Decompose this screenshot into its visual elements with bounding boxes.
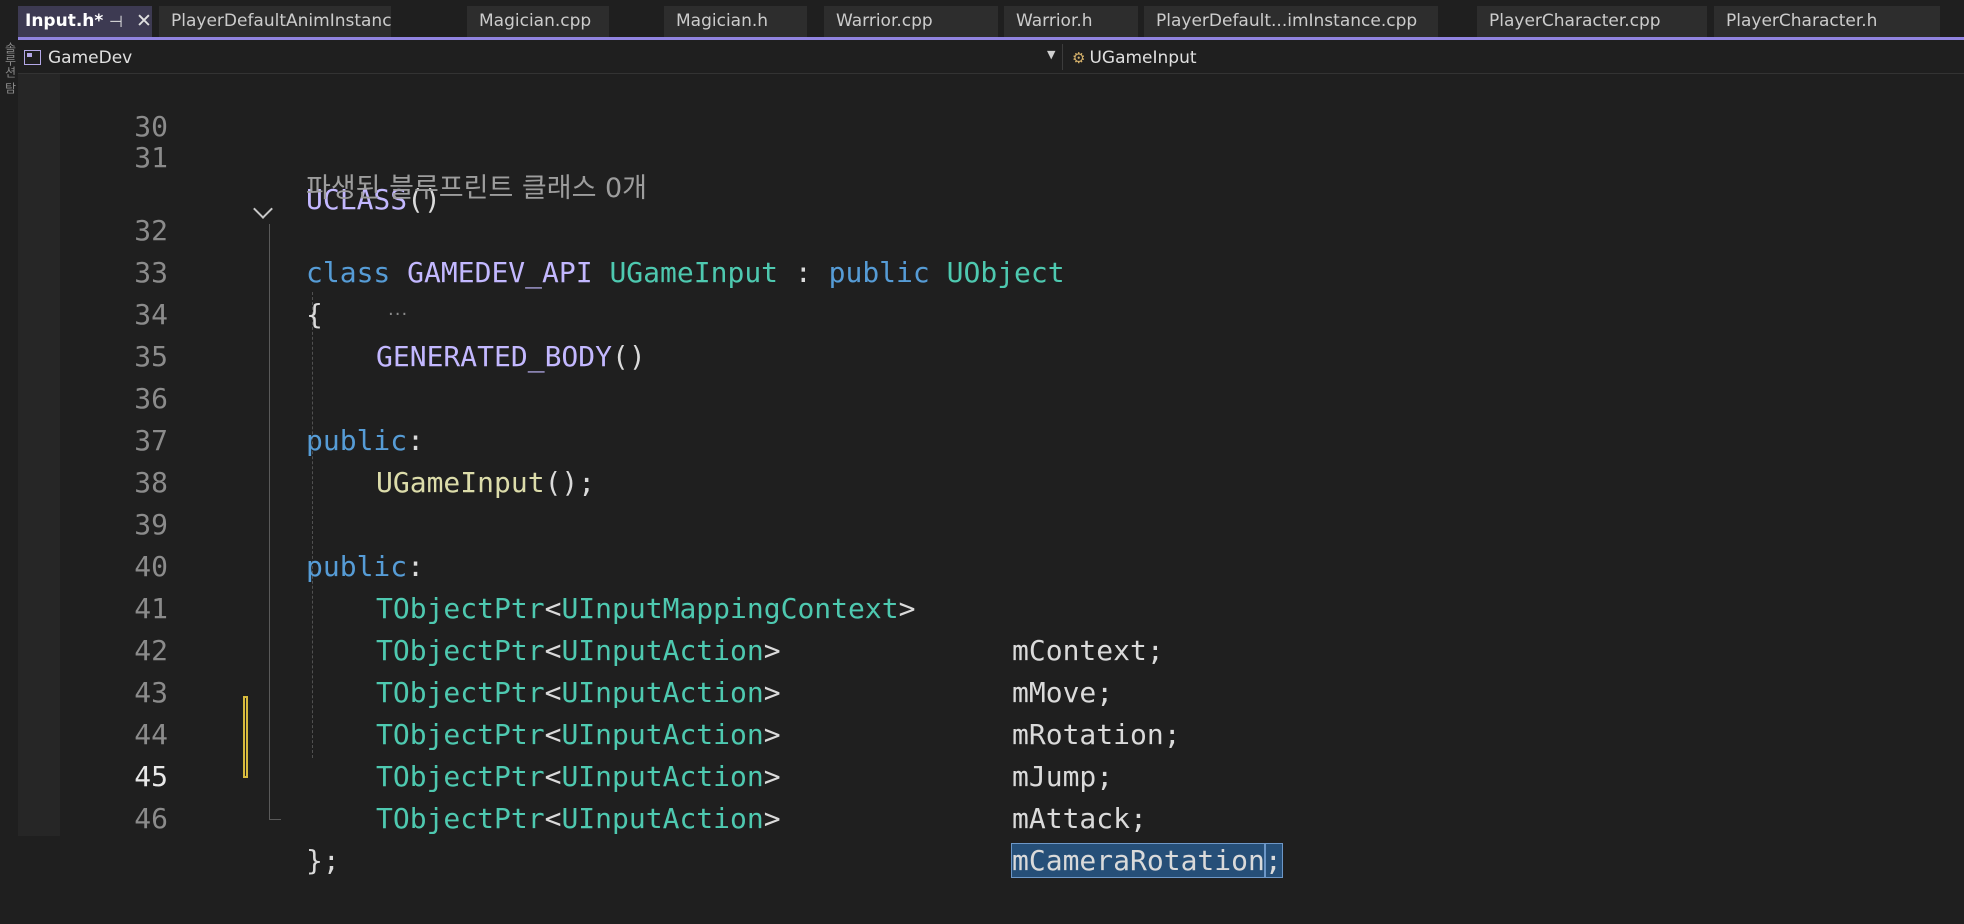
code-line[interactable]: 41 TObjectPtr<UInputAction> mMove;: [18, 546, 1964, 709]
member-name-token: mAttack: [1012, 802, 1131, 835]
punct-token: >: [763, 802, 781, 835]
code-line[interactable]: 38: [18, 420, 1964, 499]
tab-label: Magician.h: [676, 11, 769, 31]
tab-label: Warrior.h: [1016, 11, 1093, 31]
punct-token: <: [544, 802, 562, 835]
solution-explorer-label[interactable]: 솔루션 탐: [2, 42, 19, 94]
tab-warrior-cpp[interactable]: Warrior.cpp: [824, 6, 998, 37]
tab-label: PlayerDefaultAnimInstance.h: [171, 11, 391, 31]
codelens-line[interactable]: 파생된 블루프린트 클래스 0개: [18, 126, 1964, 204]
type-token: TObjectPtr: [376, 802, 545, 835]
code-line[interactable]: 42 TObjectPtr<UInputAction> mRotation;: [18, 588, 1964, 751]
tab-magician-h[interactable]: Magician.h: [664, 6, 807, 37]
code-line[interactable]: 37 UGameInput();: [18, 378, 1964, 499]
code-line[interactable]: 33 {: [18, 210, 1964, 331]
code-line[interactable]: 34 GENERATED_BODY(): [18, 252, 1964, 373]
type-token: UInputAction: [561, 802, 764, 835]
tab-label: PlayerDefault...imInstance.cpp: [1156, 11, 1418, 31]
tab-label: PlayerCharacter.h: [1726, 11, 1878, 31]
code-line[interactable]: 39 public:: [18, 462, 1964, 583]
code-line[interactable]: 35: [18, 294, 1964, 373]
code-line[interactable]: 43 TObjectPtr<UInputAction> mJump;: [18, 630, 1964, 793]
tab-warrior-h[interactable]: Warrior.h: [1004, 6, 1138, 37]
selected-text[interactable]: mCameraRotation: [1011, 843, 1266, 878]
tab-input-h[interactable]: Input.h* ⊣ ✕: [18, 6, 152, 37]
pin-icon[interactable]: ⊣: [109, 6, 123, 37]
tab-label: PlayerCharacter.cpp: [1489, 11, 1661, 31]
tab-playercharacter-cpp[interactable]: PlayerCharacter.cpp: [1477, 6, 1707, 37]
close-icon[interactable]: ✕: [136, 6, 152, 37]
document-tab-bar: Input.h* ⊣ ✕ PlayerDefaultAnimInstance.h…: [18, 0, 1964, 40]
code-line-current[interactable]: 45 TObjectPtr<UInputAction> mCameraRotat…: [18, 714, 1964, 878]
solution-explorer-strip[interactable]: 솔루션 탐: [0, 0, 19, 836]
tab-playercharacter-h[interactable]: PlayerCharacter.h: [1714, 6, 1940, 37]
tab-playerdefaultaniminstance-cpp[interactable]: PlayerDefault...imInstance.cpp: [1144, 6, 1438, 37]
code-line[interactable]: 32 class GAMEDEV_API UGameInput : public…: [18, 168, 1964, 289]
tab-label: Warrior.cpp: [836, 11, 933, 31]
punct-token: ;: [1130, 802, 1147, 835]
code-line[interactable]: 44 TObjectPtr<UInputAction> mAttack;: [18, 672, 1964, 835]
punct-token: ;: [1263, 843, 1283, 878]
code-editor[interactable]: ··· 30 31 UCLASS() 파생된 블루프린트 클래스 0개 32 c…: [18, 74, 1964, 878]
punct-token: };: [306, 844, 340, 877]
tab-label: Magician.cpp: [479, 11, 592, 31]
tab-playerdefaultaniminstance-h[interactable]: PlayerDefaultAnimInstance.h: [159, 6, 391, 37]
code-line[interactable]: 40 TObjectPtr<UInputMappingContext> mCon…: [18, 504, 1964, 667]
tab-label: Input.h*: [25, 11, 104, 31]
code-line[interactable]: 46 };: [18, 756, 1964, 877]
project-icon: [24, 50, 41, 65]
tab-magician-cpp[interactable]: Magician.cpp: [467, 6, 609, 37]
chevron-down-icon[interactable]: ▼: [1047, 48, 1055, 61]
line-number: 46: [134, 802, 168, 835]
code-line[interactable]: 36 public:: [18, 336, 1964, 457]
fold-guide-end: [269, 819, 281, 820]
